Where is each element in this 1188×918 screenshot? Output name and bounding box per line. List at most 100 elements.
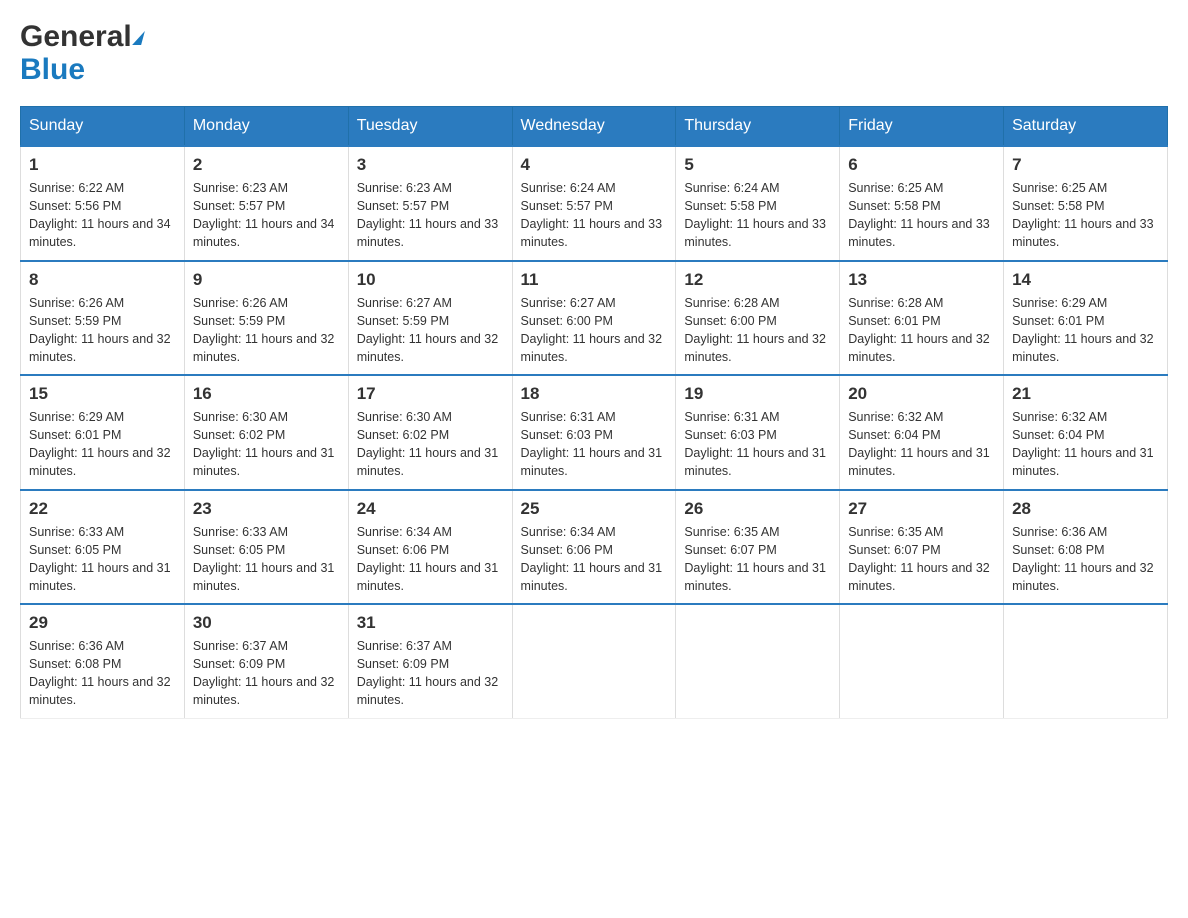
day-number: 11 bbox=[521, 270, 668, 290]
day-number: 26 bbox=[684, 499, 831, 519]
day-info: Sunrise: 6:30 AMSunset: 6:02 PMDaylight:… bbox=[193, 408, 340, 481]
calendar-cell: 31 Sunrise: 6:37 AMSunset: 6:09 PMDaylig… bbox=[348, 604, 512, 718]
calendar-cell: 13 Sunrise: 6:28 AMSunset: 6:01 PMDaylig… bbox=[840, 261, 1004, 376]
header-wednesday: Wednesday bbox=[512, 107, 676, 147]
calendar-cell: 25 Sunrise: 6:34 AMSunset: 6:06 PMDaylig… bbox=[512, 490, 676, 605]
calendar-cell: 20 Sunrise: 6:32 AMSunset: 6:04 PMDaylig… bbox=[840, 375, 1004, 490]
calendar-cell: 23 Sunrise: 6:33 AMSunset: 6:05 PMDaylig… bbox=[184, 490, 348, 605]
day-info: Sunrise: 6:26 AMSunset: 5:59 PMDaylight:… bbox=[29, 294, 176, 367]
day-number: 9 bbox=[193, 270, 340, 290]
day-info: Sunrise: 6:27 AMSunset: 6:00 PMDaylight:… bbox=[521, 294, 668, 367]
day-info: Sunrise: 6:34 AMSunset: 6:06 PMDaylight:… bbox=[521, 523, 668, 596]
day-info: Sunrise: 6:23 AMSunset: 5:57 PMDaylight:… bbox=[357, 179, 504, 252]
header-tuesday: Tuesday bbox=[348, 107, 512, 147]
day-number: 21 bbox=[1012, 384, 1159, 404]
day-info: Sunrise: 6:31 AMSunset: 6:03 PMDaylight:… bbox=[684, 408, 831, 481]
calendar-cell: 2 Sunrise: 6:23 AMSunset: 5:57 PMDayligh… bbox=[184, 146, 348, 261]
calendar-cell: 6 Sunrise: 6:25 AMSunset: 5:58 PMDayligh… bbox=[840, 146, 1004, 261]
calendar-cell: 14 Sunrise: 6:29 AMSunset: 6:01 PMDaylig… bbox=[1004, 261, 1168, 376]
calendar-cell: 7 Sunrise: 6:25 AMSunset: 5:58 PMDayligh… bbox=[1004, 146, 1168, 261]
calendar-cell: 12 Sunrise: 6:28 AMSunset: 6:00 PMDaylig… bbox=[676, 261, 840, 376]
day-info: Sunrise: 6:33 AMSunset: 6:05 PMDaylight:… bbox=[193, 523, 340, 596]
day-info: Sunrise: 6:23 AMSunset: 5:57 PMDaylight:… bbox=[193, 179, 340, 252]
header-sunday: Sunday bbox=[21, 107, 185, 147]
calendar-cell: 16 Sunrise: 6:30 AMSunset: 6:02 PMDaylig… bbox=[184, 375, 348, 490]
calendar-cell: 22 Sunrise: 6:33 AMSunset: 6:05 PMDaylig… bbox=[21, 490, 185, 605]
calendar-cell bbox=[840, 604, 1004, 718]
day-number: 17 bbox=[357, 384, 504, 404]
day-info: Sunrise: 6:35 AMSunset: 6:07 PMDaylight:… bbox=[684, 523, 831, 596]
day-info: Sunrise: 6:28 AMSunset: 6:01 PMDaylight:… bbox=[848, 294, 995, 367]
calendar-cell: 11 Sunrise: 6:27 AMSunset: 6:00 PMDaylig… bbox=[512, 261, 676, 376]
day-info: Sunrise: 6:22 AMSunset: 5:56 PMDaylight:… bbox=[29, 179, 176, 252]
logo: General Blue bbox=[20, 20, 143, 86]
day-number: 24 bbox=[357, 499, 504, 519]
calendar-cell bbox=[676, 604, 840, 718]
calendar-cell: 27 Sunrise: 6:35 AMSunset: 6:07 PMDaylig… bbox=[840, 490, 1004, 605]
calendar-cell: 21 Sunrise: 6:32 AMSunset: 6:04 PMDaylig… bbox=[1004, 375, 1168, 490]
day-info: Sunrise: 6:36 AMSunset: 6:08 PMDaylight:… bbox=[29, 637, 176, 710]
day-info: Sunrise: 6:25 AMSunset: 5:58 PMDaylight:… bbox=[1012, 179, 1159, 252]
calendar-week-row: 22 Sunrise: 6:33 AMSunset: 6:05 PMDaylig… bbox=[21, 490, 1168, 605]
day-info: Sunrise: 6:24 AMSunset: 5:57 PMDaylight:… bbox=[521, 179, 668, 252]
calendar-week-row: 8 Sunrise: 6:26 AMSunset: 5:59 PMDayligh… bbox=[21, 261, 1168, 376]
day-number: 20 bbox=[848, 384, 995, 404]
calendar-cell: 8 Sunrise: 6:26 AMSunset: 5:59 PMDayligh… bbox=[21, 261, 185, 376]
header-thursday: Thursday bbox=[676, 107, 840, 147]
calendar-cell: 17 Sunrise: 6:30 AMSunset: 6:02 PMDaylig… bbox=[348, 375, 512, 490]
day-info: Sunrise: 6:31 AMSunset: 6:03 PMDaylight:… bbox=[521, 408, 668, 481]
day-info: Sunrise: 6:33 AMSunset: 6:05 PMDaylight:… bbox=[29, 523, 176, 596]
header-friday: Friday bbox=[840, 107, 1004, 147]
logo-blue: Blue bbox=[20, 53, 85, 86]
day-number: 12 bbox=[684, 270, 831, 290]
calendar-week-row: 29 Sunrise: 6:36 AMSunset: 6:08 PMDaylig… bbox=[21, 604, 1168, 718]
day-info: Sunrise: 6:34 AMSunset: 6:06 PMDaylight:… bbox=[357, 523, 504, 596]
header-monday: Monday bbox=[184, 107, 348, 147]
calendar-week-row: 1 Sunrise: 6:22 AMSunset: 5:56 PMDayligh… bbox=[21, 146, 1168, 261]
day-number: 10 bbox=[357, 270, 504, 290]
calendar-cell: 26 Sunrise: 6:35 AMSunset: 6:07 PMDaylig… bbox=[676, 490, 840, 605]
day-info: Sunrise: 6:32 AMSunset: 6:04 PMDaylight:… bbox=[1012, 408, 1159, 481]
day-info: Sunrise: 6:32 AMSunset: 6:04 PMDaylight:… bbox=[848, 408, 995, 481]
day-number: 8 bbox=[29, 270, 176, 290]
calendar-header-row: SundayMondayTuesdayWednesdayThursdayFrid… bbox=[21, 107, 1168, 147]
day-number: 6 bbox=[848, 155, 995, 175]
day-info: Sunrise: 6:29 AMSunset: 6:01 PMDaylight:… bbox=[1012, 294, 1159, 367]
day-number: 27 bbox=[848, 499, 995, 519]
day-info: Sunrise: 6:28 AMSunset: 6:00 PMDaylight:… bbox=[684, 294, 831, 367]
calendar-week-row: 15 Sunrise: 6:29 AMSunset: 6:01 PMDaylig… bbox=[21, 375, 1168, 490]
calendar-cell: 5 Sunrise: 6:24 AMSunset: 5:58 PMDayligh… bbox=[676, 146, 840, 261]
calendar-cell bbox=[1004, 604, 1168, 718]
calendar-cell: 24 Sunrise: 6:34 AMSunset: 6:06 PMDaylig… bbox=[348, 490, 512, 605]
day-number: 15 bbox=[29, 384, 176, 404]
day-info: Sunrise: 6:37 AMSunset: 6:09 PMDaylight:… bbox=[357, 637, 504, 710]
calendar-cell: 18 Sunrise: 6:31 AMSunset: 6:03 PMDaylig… bbox=[512, 375, 676, 490]
day-number: 5 bbox=[684, 155, 831, 175]
day-number: 13 bbox=[848, 270, 995, 290]
day-number: 23 bbox=[193, 499, 340, 519]
calendar-table: SundayMondayTuesdayWednesdayThursdayFrid… bbox=[20, 106, 1168, 719]
calendar-cell: 29 Sunrise: 6:36 AMSunset: 6:08 PMDaylig… bbox=[21, 604, 185, 718]
page-header: General Blue bbox=[20, 20, 1168, 86]
day-number: 25 bbox=[521, 499, 668, 519]
day-info: Sunrise: 6:24 AMSunset: 5:58 PMDaylight:… bbox=[684, 179, 831, 252]
day-number: 28 bbox=[1012, 499, 1159, 519]
day-info: Sunrise: 6:26 AMSunset: 5:59 PMDaylight:… bbox=[193, 294, 340, 367]
day-info: Sunrise: 6:35 AMSunset: 6:07 PMDaylight:… bbox=[848, 523, 995, 596]
calendar-cell: 15 Sunrise: 6:29 AMSunset: 6:01 PMDaylig… bbox=[21, 375, 185, 490]
calendar-cell: 28 Sunrise: 6:36 AMSunset: 6:08 PMDaylig… bbox=[1004, 490, 1168, 605]
day-number: 7 bbox=[1012, 155, 1159, 175]
day-number: 4 bbox=[521, 155, 668, 175]
day-info: Sunrise: 6:25 AMSunset: 5:58 PMDaylight:… bbox=[848, 179, 995, 252]
calendar-cell: 19 Sunrise: 6:31 AMSunset: 6:03 PMDaylig… bbox=[676, 375, 840, 490]
day-number: 1 bbox=[29, 155, 176, 175]
calendar-cell: 4 Sunrise: 6:24 AMSunset: 5:57 PMDayligh… bbox=[512, 146, 676, 261]
calendar-cell: 30 Sunrise: 6:37 AMSunset: 6:09 PMDaylig… bbox=[184, 604, 348, 718]
calendar-cell: 3 Sunrise: 6:23 AMSunset: 5:57 PMDayligh… bbox=[348, 146, 512, 261]
day-number: 18 bbox=[521, 384, 668, 404]
logo-general: General bbox=[20, 20, 132, 53]
day-number: 31 bbox=[357, 613, 504, 633]
day-info: Sunrise: 6:29 AMSunset: 6:01 PMDaylight:… bbox=[29, 408, 176, 481]
day-number: 19 bbox=[684, 384, 831, 404]
day-number: 2 bbox=[193, 155, 340, 175]
